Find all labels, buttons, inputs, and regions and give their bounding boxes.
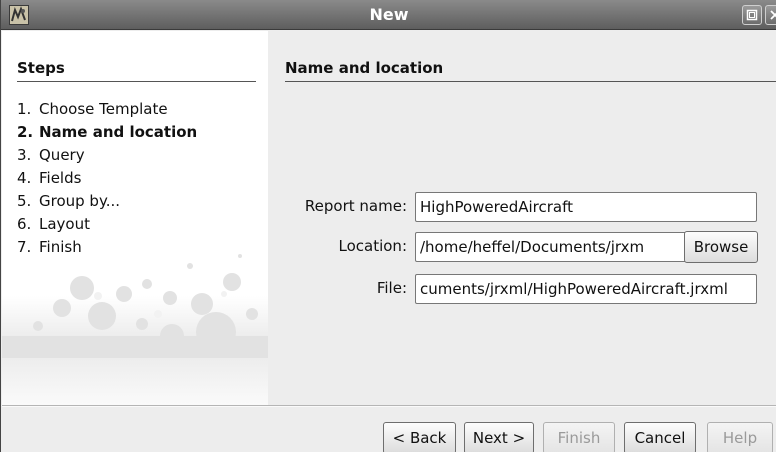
decorative-bubbles-image xyxy=(2,254,268,405)
step-item-current: 2. Name and location xyxy=(17,123,198,141)
name-location-panel: Name and location Report name: HighPower… xyxy=(268,31,776,405)
next-button[interactable]: Next > xyxy=(464,422,534,452)
panel-divider xyxy=(285,81,776,82)
browse-button[interactable]: Browse xyxy=(684,231,758,263)
step-item: 1. Choose Template xyxy=(17,100,168,118)
step-item: 5. Group by... xyxy=(17,192,120,210)
location-label: Location: xyxy=(338,237,408,255)
wizard-button-bar: < Back Next > Finish Cancel Help xyxy=(2,407,776,452)
new-dialog-window: New Steps 1. Choose Template 2. Name and l… xyxy=(0,0,776,452)
step-item: 6. Layout xyxy=(17,215,90,233)
report-name-label: Report name: xyxy=(304,197,407,215)
file-input[interactable]: cuments/jrxml/HighPoweredAircraft.jrxml xyxy=(415,274,757,304)
close-icon[interactable] xyxy=(765,5,776,25)
back-button[interactable]: < Back xyxy=(383,422,456,452)
steps-heading: Steps xyxy=(17,59,65,77)
file-label: File: xyxy=(376,279,407,297)
step-item: 4. Fields xyxy=(17,169,82,187)
location-input[interactable]: /home/heffel/Documents/jrxm xyxy=(415,232,697,262)
maximize-icon[interactable] xyxy=(742,5,762,25)
step-item: 3. Query xyxy=(17,146,85,164)
help-button[interactable]: Help xyxy=(707,422,773,452)
cancel-button[interactable]: Cancel xyxy=(624,422,696,452)
steps-panel: Steps 1. Choose Template 2. Name and locat… xyxy=(2,31,268,405)
window-title: New xyxy=(369,5,409,24)
title-bar[interactable]: New xyxy=(1,0,776,30)
report-name-input[interactable]: HighPoweredAircraft xyxy=(415,192,757,222)
steps-list: 1. Choose Template 2. Name and location 3.… xyxy=(17,98,197,259)
steps-divider xyxy=(17,81,256,82)
panel-heading: Name and location xyxy=(285,59,444,77)
finish-button[interactable]: Finish xyxy=(543,422,615,452)
